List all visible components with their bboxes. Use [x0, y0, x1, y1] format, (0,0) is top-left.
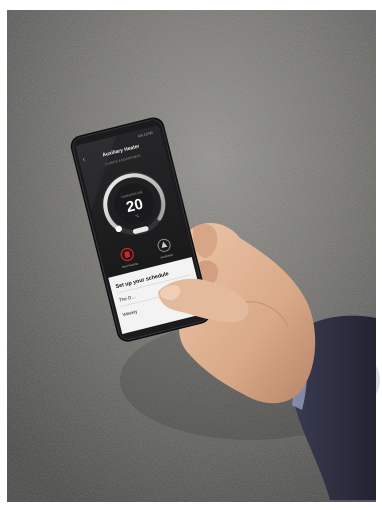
product-photo: 4:5 12:00 ‹ Auxiliary Heater CLIMATE & A…	[0, 0, 382, 510]
